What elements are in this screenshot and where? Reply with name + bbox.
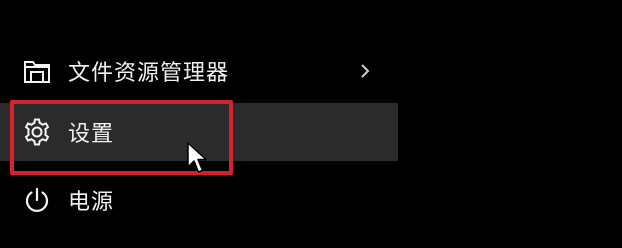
menu-item-power[interactable]: 电源 <box>0 171 400 229</box>
chevron-right-icon <box>358 61 372 81</box>
menu-item-label: 设置 <box>68 122 115 147</box>
menu-item-label: 文件资源管理器 <box>68 61 230 86</box>
menu-item-file-explorer[interactable]: 文件资源管理器 <box>0 42 400 100</box>
start-menu-panel: 文件资源管理器 设置 电源 <box>0 0 622 248</box>
mouse-pointer-icon <box>186 141 208 175</box>
folder-explorer-icon <box>22 56 52 86</box>
gear-icon <box>22 117 52 147</box>
menu-item-label: 电源 <box>68 190 115 215</box>
power-icon <box>22 185 52 215</box>
